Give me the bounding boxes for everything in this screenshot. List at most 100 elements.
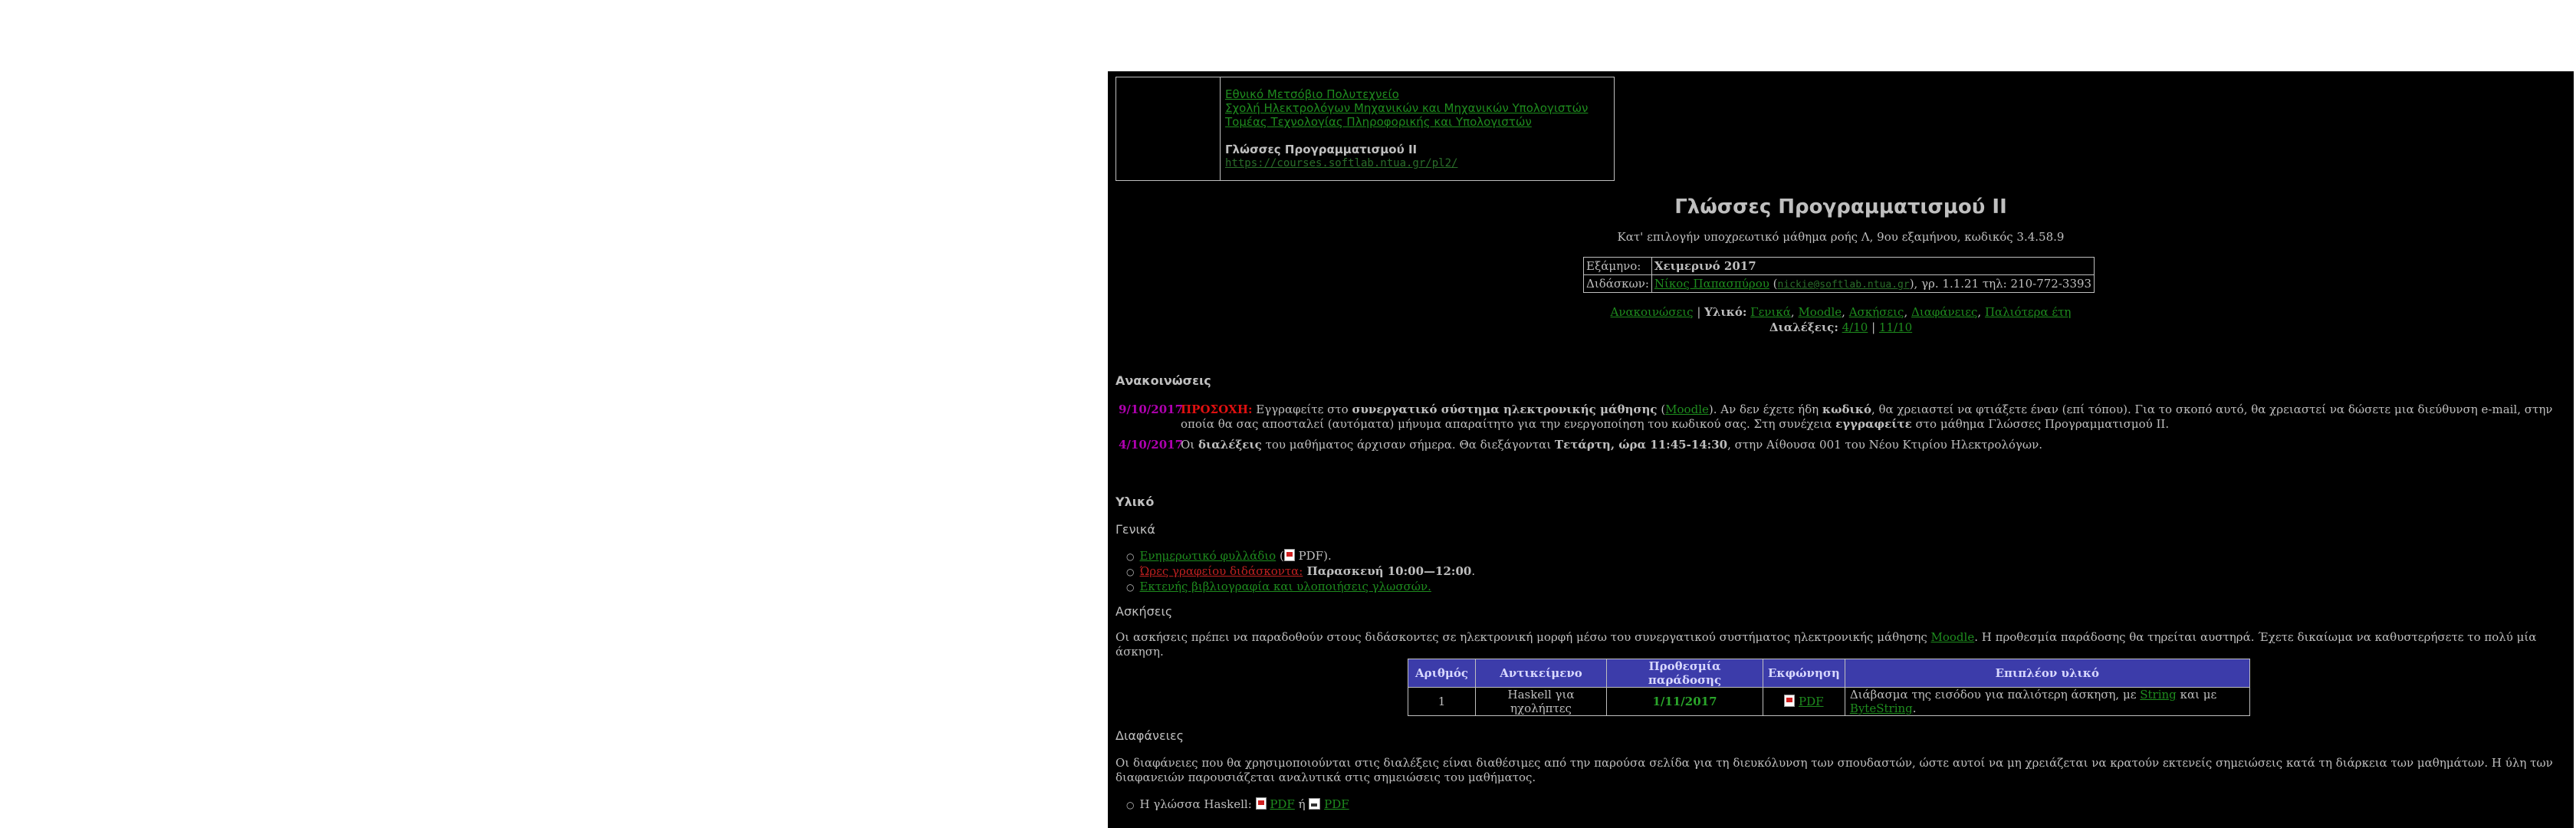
slides-item-label: Η γλώσσα Haskell:	[1139, 797, 1252, 811]
info-brochure-link[interactable]: Ενημερωτικό φυλλάδιο	[1139, 549, 1276, 563]
general-heading: Γενικά	[1116, 522, 1155, 537]
nav-moodle[interactable]: Moodle	[1798, 305, 1842, 319]
announcement-text: Οι	[1181, 438, 1198, 452]
link-division[interactable]: Τομέας Τεχνολογίας Πληροφορικής και Υπολ…	[1225, 115, 1588, 129]
nav-bar: Ανακοινώσεις | Υλικό: Γενικά, Moodle, Ασ…	[1610, 305, 2072, 319]
header-box: Εθνικό Μετσόβιο Πολυτεχνείο Σχολή Ηλεκτρ…	[1116, 77, 1615, 181]
course-url-link[interactable]: https://courses.softlab.ntua.gr/pl2/	[1225, 156, 1588, 170]
instructor-label: Διδάσκων:	[1583, 274, 1652, 293]
announcements-heading: Ανακοινώσεις	[1116, 373, 1211, 388]
table-header-row: Αριθμός Αντικείμενο Προθεσμία παράδοσης …	[1408, 659, 2250, 688]
office-hours-value: Παρασκευή 10:00—12:00	[1303, 564, 1472, 578]
slides-pdf-link-2[interactable]: PDF	[1324, 797, 1349, 811]
exercises-table: Αριθμός Αντικείμενο Προθεσμία παράδοσης …	[1408, 659, 2250, 716]
announcement-bold: εγγραφείτε	[1835, 417, 1912, 431]
col-subject: Αντικείμενο	[1475, 659, 1607, 688]
exercises-heading: Ασκήσεις	[1116, 604, 1173, 619]
logo-cell	[1116, 77, 1221, 180]
col-statement: Εκφώνηση	[1763, 659, 1845, 688]
pdf-icon	[1283, 549, 1295, 561]
slides-or: ή	[1294, 797, 1309, 811]
pdf-icon	[1255, 797, 1267, 810]
announcement-text: (	[1657, 402, 1666, 416]
col-extra: Επιπλέον υλικό	[1844, 659, 2250, 688]
material-heading: Υλικό	[1116, 495, 1155, 509]
header-course-name: Γλώσσες Προγραμματισμού ΙΙ	[1225, 143, 1418, 156]
extra-text: .	[1912, 702, 1917, 715]
instructor-link[interactable]: Νίκος Παπασπύρου	[1654, 277, 1769, 291]
info-pdf-text: PDF).	[1294, 549, 1332, 563]
instructor-value: Νίκος Παπασπύρου (nickie@softlab.ntua.gr…	[1651, 274, 2095, 293]
cell-extra: Διάβασμα της εισόδου για παλιότερη άσκησ…	[1844, 687, 2250, 716]
nav-general[interactable]: Γενικά	[1750, 305, 1791, 319]
announcement-bold: διαλέξεις	[1198, 438, 1262, 452]
nav-past-years[interactable]: Παλιότερα έτη	[1985, 305, 2071, 319]
extra-text: και με	[2176, 688, 2217, 702]
nav-slides[interactable]: Διαφάνειες	[1911, 305, 1977, 319]
nav-lectures: Διαλέξεις: 4/10 | 11/10	[1108, 320, 2574, 334]
instructor-email-link[interactable]: nickie@softlab.ntua.gr	[1778, 279, 1910, 291]
announcement-item: 4/10/2017 Οι διαλέξεις του μαθήματος άρχ…	[1119, 438, 2568, 452]
slides-text: Οι διαφάνειες που θα χρησιμοποιούνται στ…	[1116, 756, 2553, 784]
col-due: Προθεσμία παράδοσης	[1606, 659, 1763, 688]
course-subtitle: Κατ' επιλογήν υποχρεωτικό μάθημα ροής Λ,…	[1617, 230, 2065, 244]
exercises-moodle-link[interactable]: Moodle	[1931, 630, 1975, 644]
semester-label: Εξάμηνο:	[1583, 257, 1652, 275]
info-open: (	[1276, 549, 1284, 563]
office-hours-link[interactable]: Ώρες γραφείου διδάσκοντα:	[1139, 564, 1303, 578]
page: Εθνικό Μετσόβιο Πολυτεχνείο Σχολή Ηλεκτρ…	[1108, 71, 2574, 828]
office-hours-end: .	[1471, 564, 1476, 578]
nav-material-label: Υλικό:	[1704, 305, 1747, 319]
pdf-icon	[1784, 695, 1796, 707]
moodle-link[interactable]: Moodle	[1665, 402, 1709, 416]
list-item: Ενημερωτικό φυλλάδιο ( PDF).	[1126, 549, 1475, 564]
bytestring-link[interactable]: ByteString	[1850, 702, 1913, 715]
announcement-item: 9/10/2017 ΠΡΟΣΟΧΗ: Εγγραφείτε στο συνεργ…	[1119, 402, 2568, 432]
link-university[interactable]: Εθνικό Μετσόβιο Πολυτεχνείο	[1225, 87, 1588, 101]
nav-announcements[interactable]: Ανακοινώσεις	[1611, 305, 1694, 319]
cell-number: 1	[1408, 687, 1476, 716]
cell-due: 1/11/2017	[1606, 687, 1763, 716]
cell-subject: Haskell για ηχολήπτες	[1475, 687, 1607, 716]
statement-pdf-link[interactable]: PDF	[1799, 695, 1824, 708]
exercises-text: Οι ασκήσεις πρέπει να παραδοθούν στους δ…	[1116, 630, 2568, 659]
nav-lecture-sep: |	[1868, 320, 1879, 334]
slides-pdf-link-1[interactable]: PDF	[1270, 797, 1295, 811]
string-link[interactable]: String	[2140, 688, 2177, 702]
announcement-body: Οι διαλέξεις του μαθήματος άρχισαν σήμερ…	[1181, 438, 2568, 452]
announcement-date: 9/10/2017	[1119, 402, 1184, 416]
list-item: Η γλώσσα Haskell: PDF ή PDF	[1126, 797, 1349, 813]
announcement-text: ). Αν δεν έχετε ήδη	[1708, 402, 1822, 416]
list-item: Εκτενής βιβλιογραφία και υλοποιήσεις γλω…	[1126, 580, 1475, 595]
announcement-text: Εγγραφείτε στο	[1252, 402, 1352, 416]
semester-value: Χειμερινό 2017	[1651, 257, 2095, 275]
info-table: Εξάμηνο: Χειμερινό 2017 Διδάσκων: Νίκος …	[1583, 257, 2095, 293]
announcement-bold: Τετάρτη, ώρα 11:45-14:30	[1554, 438, 1728, 452]
page-title: Γλώσσες Προγραμματισμού ΙΙ	[1674, 196, 2007, 219]
slides-list: Η γλώσσα Haskell: PDF ή PDF	[1126, 797, 1349, 813]
announcement-date: 4/10/2017	[1119, 438, 1184, 452]
cell-statement: PDF	[1763, 687, 1845, 716]
list-item: Ώρες γραφείου διδάσκοντα: Παρασκευή 10:0…	[1126, 564, 1475, 580]
extra-text: Διάβασμα της εισόδου για παλιότερη άσκησ…	[1849, 688, 2141, 702]
table-row: 1 Haskell για ηχολήπτες 1/11/2017 PDF Δι…	[1408, 687, 2250, 716]
nav-lecture-2[interactable]: 11/10	[1879, 320, 1912, 334]
bibliography-link[interactable]: Εκτενής βιβλιογραφία και υλοποιήσεις γλω…	[1139, 580, 1431, 593]
announcement-body: ΠΡΟΣΟΧΗ: Εγγραφείτε στο συνεργατικό σύστ…	[1181, 402, 2568, 432]
nav-lecture-1[interactable]: 4/10	[1842, 320, 1868, 334]
slides-heading: Διαφάνειες	[1116, 728, 1184, 743]
announcement-text: στο μάθημα Γλώσσες Προγραμματισμού ΙΙ.	[1911, 417, 2170, 431]
announcement-bold: κωδικό	[1822, 402, 1871, 416]
link-school[interactable]: Σχολή Ηλεκτρολόγων Μηχανικών και Μηχανικ…	[1225, 101, 1588, 115]
handout-icon	[1309, 798, 1321, 810]
announcement-text: , στην Αίθουσα 001 του Νέου Κτιρίου Ηλεκ…	[1727, 438, 2042, 452]
nav-lectures-label: Διαλέξεις:	[1769, 320, 1838, 334]
exercises-text-1: Οι ασκήσεις πρέπει να παραδοθούν στους δ…	[1116, 630, 1931, 644]
header-links: Εθνικό Μετσόβιο Πολυτεχνείο Σχολή Ηλεκτρ…	[1225, 87, 1588, 170]
nav-sep: |	[1693, 305, 1705, 319]
col-number: Αριθμός	[1408, 659, 1476, 688]
announcement-bold: συνεργατικό σύστημα ηλεκτρονικής μάθησης	[1352, 402, 1658, 416]
nav-exercises[interactable]: Ασκήσεις	[1849, 305, 1904, 319]
announcement-text: του μαθήματος άρχισαν σήμερα. Θα διεξάγο…	[1261, 438, 1555, 452]
instructor-rest: ), γρ. 1.1.21 τηλ: 210-772-3393	[1909, 277, 2092, 291]
